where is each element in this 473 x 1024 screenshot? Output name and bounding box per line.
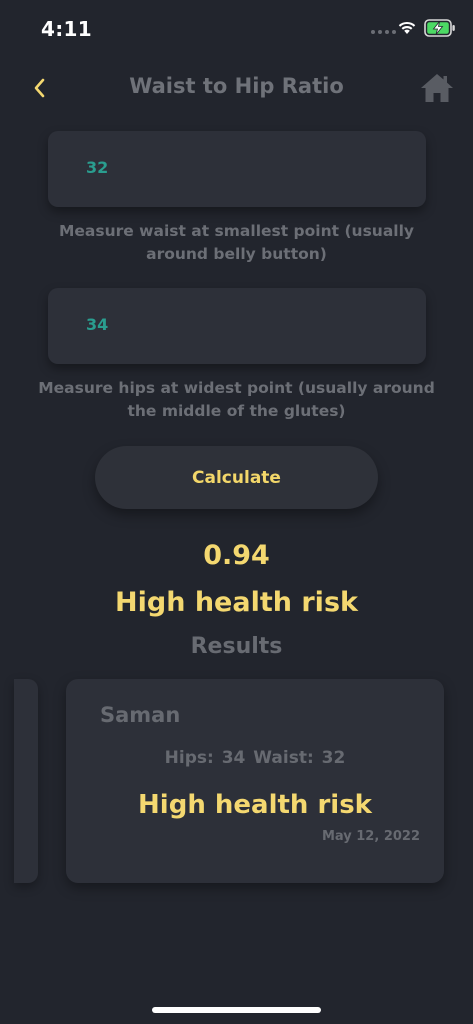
home-indicator [152, 1007, 321, 1013]
wifi-icon [398, 21, 416, 34]
status-time: 4:11 [41, 17, 92, 41]
battery-charging-icon [424, 19, 455, 37]
result-card-risk: High health risk [138, 790, 372, 820]
result-card-name: Saman [100, 703, 181, 727]
waist-input-value: 32 [86, 158, 109, 177]
hips-hint: Measure hips at widest point (usually ar… [38, 379, 435, 420]
calculate-button[interactable]: Calculate [95, 446, 378, 509]
results-heading: Results [190, 634, 283, 659]
page-title: Waist to Hip Ratio [129, 74, 344, 98]
status-bar: 4:11 [0, 0, 473, 60]
result-card-measurements: Hips: 34 Waist: 32 [164, 748, 346, 768]
previous-result-card[interactable] [14, 679, 38, 883]
result-card[interactable]: Saman Hips: 34 Waist: 32 High health ris… [66, 679, 444, 883]
hips-input-value: 34 [86, 315, 109, 334]
ratio-value: 0.94 [203, 540, 270, 571]
nav-bar: Waist to Hip Ratio [0, 62, 473, 114]
home-icon[interactable] [419, 71, 455, 105]
risk-label: High health risk [115, 587, 358, 618]
waist-input[interactable]: 32 [48, 131, 426, 207]
waist-hint: Measure waist at smallest point (usually… [58, 222, 415, 263]
cellular-dots-icon [371, 30, 396, 34]
result-card-date: May 12, 2022 [321, 829, 420, 844]
hips-input[interactable]: 34 [48, 288, 426, 364]
